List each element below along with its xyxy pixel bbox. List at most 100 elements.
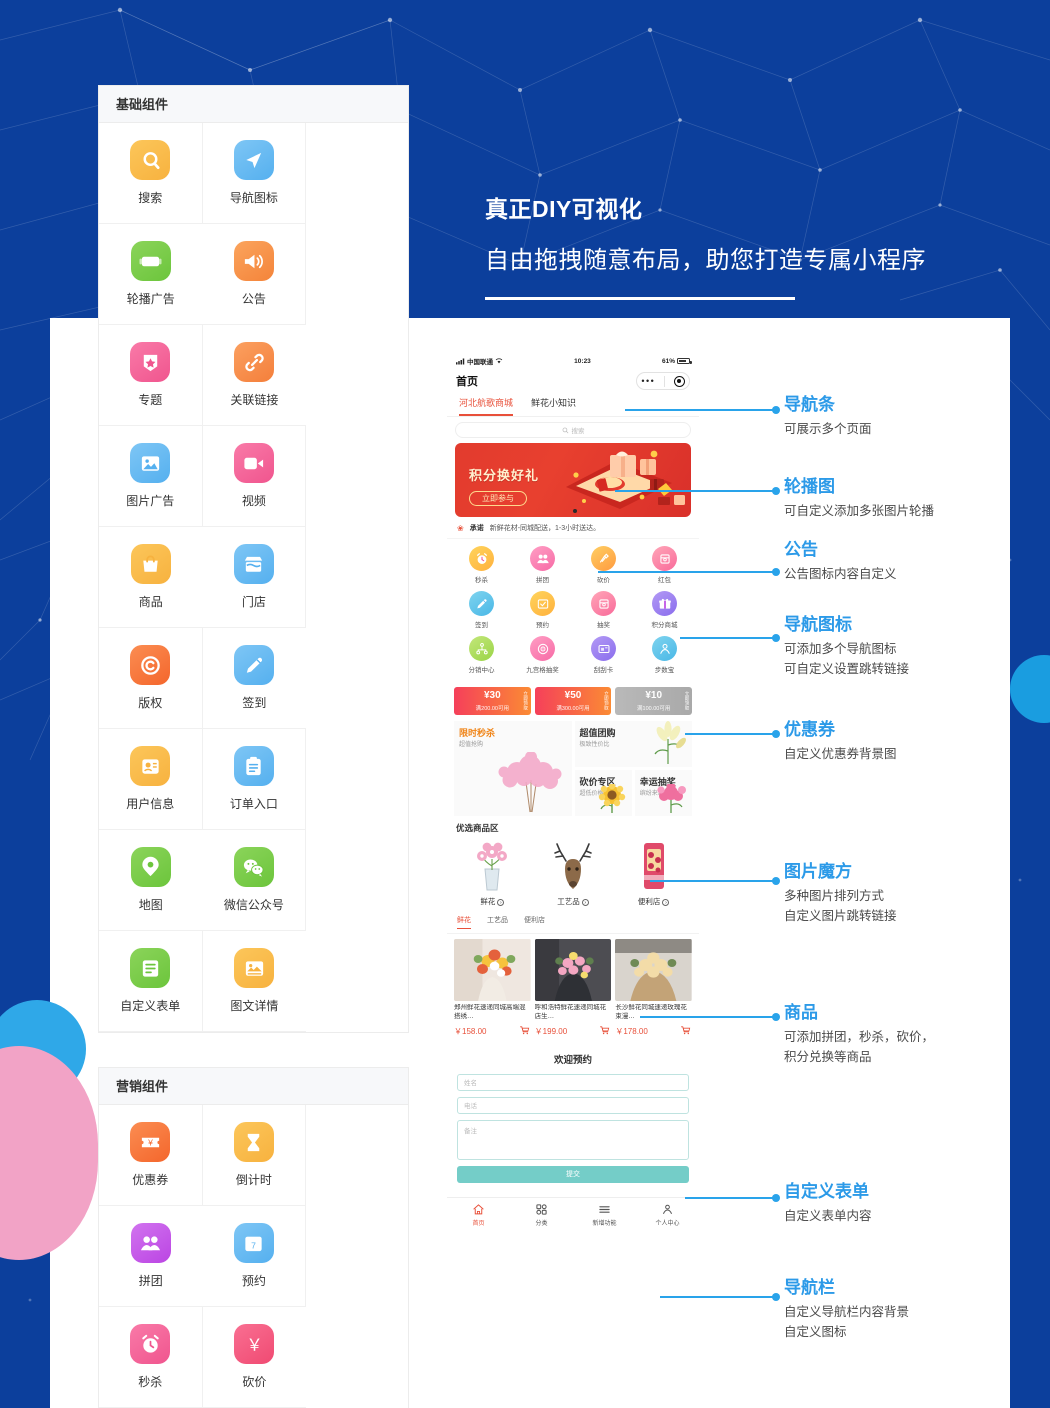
palette-item-label: 微信公众号 <box>223 898 284 912</box>
palette-item-label: 图片广告 <box>126 494 175 508</box>
cube-tile-2[interactable]: 砍价专区 超低价格 <box>574 770 632 816</box>
add-to-cart-button[interactable] <box>519 1025 531 1038</box>
carousel-dot[interactable] <box>573 509 577 513</box>
palette-item-订单入口[interactable]: 订单入口 <box>202 729 307 830</box>
banner-cta-button[interactable]: 立即参与 <box>469 491 527 506</box>
phone-field[interactable]: 电话 <box>457 1096 689 1114</box>
coupon-2[interactable]: ¥10 满100.00可用 立即领取 <box>615 687 693 715</box>
nav-tab-0[interactable]: 河北航歌商城 <box>459 396 514 416</box>
cart-icon <box>681 1025 691 1034</box>
submit-button[interactable]: 提交 <box>457 1165 689 1183</box>
palette-item-视频[interactable]: 视频 <box>202 426 307 527</box>
category-便利店[interactable]: 便利店 › <box>615 838 693 912</box>
category-鲜花[interactable]: 鲜花 › <box>454 838 531 912</box>
coupon-row: ¥30 满200.00可用 立即领取 ¥50 满300.00可用 立即领取 ¥10 满100.… <box>447 685 699 721</box>
palette-item-导航图标[interactable]: 导航图标 <box>202 123 307 224</box>
nav-icon-积分商城[interactable]: 积分商城 <box>634 591 695 629</box>
palette-item-商品[interactable]: 商品 <box>99 527 203 628</box>
notice-bar[interactable]: ❀ 承诺 新鲜花材-同城配送，1-3小时送达。 <box>447 517 699 539</box>
cube-tile-1[interactable]: 超值团购 极致性价比 <box>574 721 692 767</box>
category-工艺品[interactable]: 工艺品 › <box>534 838 612 912</box>
palette-item-预约[interactable]: 7 预约 <box>202 1206 307 1307</box>
coupon-action[interactable]: 立即领取 <box>685 690 690 712</box>
nav-icon-九宫格抽奖[interactable]: 九宫格抽奖 <box>512 636 573 674</box>
more-icon[interactable]: ••• <box>641 376 655 386</box>
palette-item-图片广告[interactable]: 图片广告 <box>99 426 203 527</box>
tabbar-label: 首页 <box>472 1220 485 1227</box>
nav-tab-1[interactable]: 鲜花小知识 <box>531 396 576 416</box>
palette-item-微信公众号[interactable]: 微信公众号 <box>202 830 307 931</box>
palette-item-用户信息[interactable]: 用户信息 <box>99 729 203 830</box>
palette-item-地图[interactable]: 地图 <box>99 830 203 931</box>
product-card-2[interactable]: 长沙鲜花同城速递玫瑰花束漫… ￥178.00 <box>615 939 693 1038</box>
tabbar-item-分类[interactable]: 分类 <box>510 1203 573 1227</box>
coupon-action[interactable]: 立即领取 <box>604 690 609 712</box>
nav-icon-红包[interactable]: 红包 <box>634 546 695 584</box>
miniprogram-capsule[interactable]: ••• <box>636 372 690 390</box>
palette-item-公告[interactable]: 公告 <box>202 224 307 325</box>
palette-item-图文详情[interactable]: 图文详情 <box>202 931 307 1032</box>
add-to-cart-button[interactable] <box>680 1025 692 1038</box>
product-list: 郑州鲜花速递同城高端混搭绣… ￥158.00 呼和浩特鲜花速递同城花店生… ￥199.… <box>447 934 699 1042</box>
coupon-action[interactable]: 立即领取 <box>523 690 529 712</box>
nav-icon-分销中心[interactable]: 分销中心 <box>451 636 512 674</box>
add-to-cart-button[interactable] <box>599 1025 611 1038</box>
link-icon <box>234 342 275 382</box>
svg-text:¥: ¥ <box>147 1137 153 1147</box>
search-icon <box>130 140 171 180</box>
palette-item-搜索[interactable]: 搜索 <box>99 123 203 224</box>
palette-item-label: 秒杀 <box>138 1375 163 1389</box>
palette-item-门店[interactable]: 门店 <box>202 527 307 628</box>
product-card-0[interactable]: 郑州鲜花速递同城高端混搭绣… ￥158.00 <box>454 939 531 1038</box>
nav-icon-抽奖[interactable]: 抽奖 <box>573 591 634 629</box>
palette-item-砍价[interactable]: ￥ 砍价 <box>202 1307 307 1408</box>
palette-item-优惠券[interactable]: ¥ 优惠券 <box>99 1105 203 1206</box>
palette-item-轮播广告[interactable]: 轮播广告 <box>99 224 203 325</box>
menu-icon <box>599 1205 610 1213</box>
coupon-0[interactable]: ¥30 满200.00可用 立即领取 <box>454 687 531 715</box>
tabbar-item-新增功能[interactable]: 新增功能 <box>573 1203 636 1227</box>
nav-icon-拼团[interactable]: 拼团 <box>512 546 573 584</box>
product-card-1[interactable]: 呼和浩特鲜花速递同城花店生… ￥199.00 <box>534 939 612 1038</box>
nav-icon-label: 分销中心 <box>468 667 495 674</box>
tabbar-item-个人中心[interactable]: 个人中心 <box>636 1203 699 1227</box>
sub-tab-0[interactable]: 鲜花 <box>457 915 471 929</box>
palette-item-专题[interactable]: 专题 <box>99 325 203 426</box>
palette-item-签到[interactable]: 签到 <box>202 628 307 729</box>
palette-item-自定义表单[interactable]: 自定义表单 <box>99 931 203 1032</box>
nav-icon-刮刮卡[interactable]: 刮刮卡 <box>573 636 634 674</box>
search-input[interactable]: 搜索 <box>455 422 691 438</box>
person-icon <box>662 1204 673 1214</box>
chop-icon <box>599 553 609 562</box>
palette-item-拼团[interactable]: 拼团 <box>99 1206 203 1307</box>
gift-icon <box>658 598 671 609</box>
name-field[interactable]: 姓名 <box>457 1073 689 1091</box>
nav-icon-秒杀[interactable]: 秒杀 <box>451 546 512 584</box>
cube-tile-3[interactable]: 幸运抽奖 缤纷来袭 <box>634 770 692 816</box>
nav-icon-砍价[interactable]: 砍价 <box>573 546 634 584</box>
nav-icon-label: 积分商城 <box>651 622 678 629</box>
battery-percent: 61% <box>661 357 675 365</box>
palette-item-版权[interactable]: 版权 <box>99 628 203 729</box>
remark-field[interactable]: 备注 <box>457 1119 689 1160</box>
close-target-icon[interactable] <box>673 375 685 387</box>
sub-tab-2[interactable]: 便利店 <box>524 915 545 929</box>
tabbar-item-首页[interactable]: 首页 <box>447 1203 510 1227</box>
palette-item-倒计时[interactable]: 倒计时 <box>202 1105 307 1206</box>
palette-item-关联链接[interactable]: 关联链接 <box>202 325 307 426</box>
category-image <box>615 838 693 893</box>
megaphone-icon <box>245 254 264 268</box>
nav-icon-label: 秒杀 <box>475 577 488 584</box>
coupon-1[interactable]: ¥50 满300.00可用 立即领取 <box>534 687 612 715</box>
palette-item-秒杀[interactable]: 秒杀 <box>99 1307 203 1408</box>
sub-tab-1[interactable]: 工艺品 <box>487 915 508 929</box>
palette-item-label: 视频 <box>241 494 266 508</box>
sub-tabs: 鲜花 工艺品 便利店 <box>447 912 699 934</box>
nav-icon-签到[interactable]: 签到 <box>451 591 512 629</box>
cube-tile-0[interactable]: 限时秒杀 超值抢购 <box>454 721 572 816</box>
carousel-banner[interactable]: 积分换好礼 立即参与 <box>455 443 691 517</box>
redpacket-icon <box>598 598 609 609</box>
coupon-condition: 满300.00可用 <box>556 705 590 712</box>
nav-icon-步数宝[interactable]: 步数宝 <box>634 636 695 674</box>
nav-icon-预约[interactable]: 预约 <box>512 591 573 629</box>
